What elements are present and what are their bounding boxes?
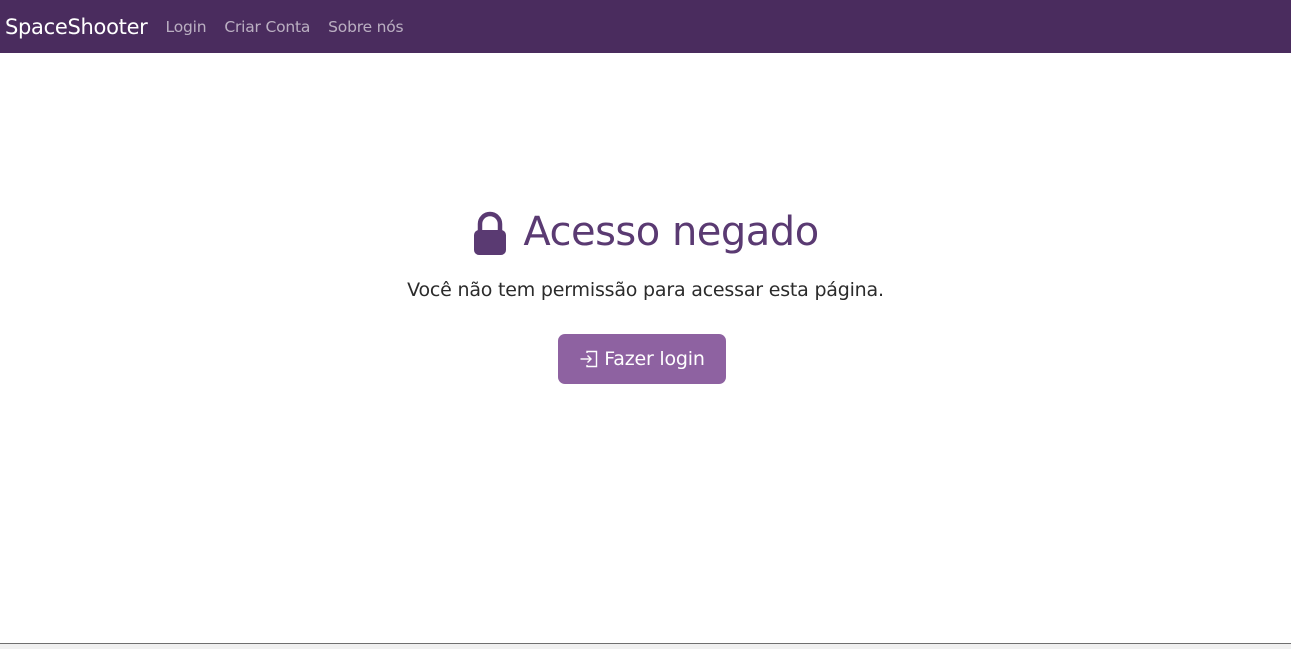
login-icon <box>580 350 598 368</box>
access-denied-header: Acesso negado <box>0 207 1291 257</box>
brand-link[interactable]: SpaceShooter <box>5 15 148 39</box>
top-navbar: SpaceShooter Login Criar Conta Sobre nós <box>0 0 1291 53</box>
nav-link-login[interactable]: Login <box>166 18 207 36</box>
bottom-border <box>0 643 1291 649</box>
nav-link-about[interactable]: Sobre nós <box>328 18 403 36</box>
main-content: Acesso negado Você não tem permissão par… <box>0 53 1291 643</box>
page-title: Acesso negado <box>523 209 819 255</box>
lock-icon <box>474 211 507 255</box>
permission-message: Você não tem permissão para acessar esta… <box>407 279 884 301</box>
login-button[interactable]: Fazer login <box>558 334 726 384</box>
login-button-label: Fazer login <box>604 348 705 370</box>
nav-link-create-account[interactable]: Criar Conta <box>224 18 310 36</box>
